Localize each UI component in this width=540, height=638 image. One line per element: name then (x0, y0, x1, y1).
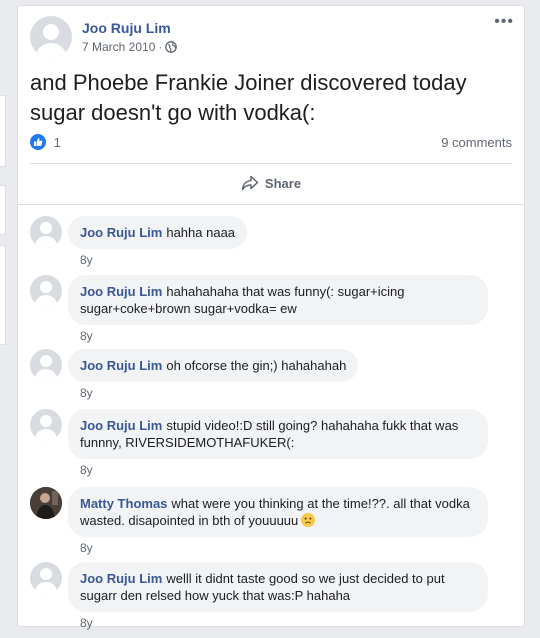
comment-body: Joo Ruju Lim hahahahaha that was funny(: … (68, 275, 488, 343)
divider (30, 163, 512, 164)
post-date[interactable]: 7 March 2010 (82, 39, 155, 55)
comment-item: Joo Ruju Lim stupid video!:D still going?… (30, 409, 488, 477)
comment-author[interactable]: Joo Ruju Lim (80, 225, 162, 240)
default-avatar-icon (35, 568, 57, 594)
commenter-avatar[interactable] (30, 562, 62, 594)
comment-body: Joo Ruju Lim welll it didnt taste good so… (68, 562, 488, 630)
comment-text: hahha naaa (166, 225, 236, 240)
post-header: Joo Ruju Lim 7 March 2010 · (30, 16, 178, 58)
comment-author[interactable]: Joo Ruju Lim (80, 571, 162, 586)
reactions-row: 1 9 comments (30, 131, 512, 153)
comment-item: Matty Thomas what were you thinking at th… (30, 487, 488, 555)
comment-bubble: Joo Ruju Lim stupid video!:D still going?… (68, 409, 488, 459)
comment-timestamp[interactable]: 8y (80, 616, 488, 630)
comment-bubble: Joo Ruju Lim hahahahaha that was funny(: … (68, 275, 488, 325)
comment-timestamp[interactable]: 8y (80, 463, 488, 477)
share-arrow-icon (241, 175, 259, 191)
like-count: 1 (53, 134, 61, 150)
default-avatar-icon (35, 415, 57, 441)
comment-item: Joo Ruju Lim hahahahaha that was funny(: … (30, 275, 488, 343)
commenter-avatar[interactable] (30, 216, 62, 248)
commenter-avatar[interactable] (30, 409, 62, 441)
comment-bubble: Joo Ruju Lim oh ofcorse the gin;) hahahah… (68, 349, 359, 382)
comment-timestamp[interactable]: 8y (80, 253, 247, 267)
comment-item: Joo Ruju Lim hahha naaa 8y (30, 216, 248, 267)
author-avatar[interactable] (30, 16, 72, 58)
side-panel-fragment (0, 245, 6, 345)
comment-author[interactable]: Matty Thomas (80, 496, 167, 511)
more-options-button[interactable]: ••• (494, 14, 514, 30)
comment-timestamp[interactable]: 8y (80, 329, 488, 343)
comments-count[interactable]: 9 comments (441, 135, 512, 150)
comment-body: Matty Thomas what were you thinking at th… (68, 487, 488, 555)
reaction-summary[interactable]: 1 (30, 134, 61, 151)
profile-photo-icon (30, 487, 62, 519)
share-label: Share (264, 175, 302, 191)
comment-item: Joo Ruju Lim welll it didnt taste good so… (30, 562, 488, 630)
comment-timestamp[interactable]: 8y (80, 386, 358, 400)
comment-body: Joo Ruju Lim hahha naaa 8y (68, 216, 248, 267)
meta-separator: · (158, 40, 163, 54)
commenter-avatar[interactable] (30, 275, 62, 307)
default-avatar-icon (36, 24, 66, 58)
like-icon (30, 134, 46, 151)
commenter-avatar[interactable] (30, 487, 62, 519)
comment-item: Joo Ruju Lim oh ofcorse the gin;) hahahah… (30, 349, 359, 400)
default-avatar-icon (35, 222, 57, 248)
globe-icon (165, 41, 178, 53)
comment-body: Joo Ruju Lim oh ofcorse the gin;) hahahah… (68, 349, 359, 400)
default-avatar-icon (35, 281, 57, 307)
post-card: Joo Ruju Lim 7 March 2010 · ••• and Phoe… (17, 5, 525, 630)
author-block: Joo Ruju Lim 7 March 2010 · (82, 19, 178, 58)
comment-author[interactable]: Joo Ruju Lim (80, 418, 162, 433)
post-text: and Phoebe Frankie Joiner discovered tod… (30, 70, 467, 125)
worried-face-emoji-icon (301, 513, 316, 527)
side-panel-fragment (0, 185, 6, 235)
comment-bubble: Joo Ruju Lim hahha naaa (68, 216, 248, 249)
post-meta: 7 March 2010 · (82, 39, 178, 55)
comment-bubble: Joo Ruju Lim welll it didnt taste good so… (68, 562, 488, 612)
default-avatar-icon (35, 355, 57, 381)
comment-author[interactable]: Joo Ruju Lim (80, 358, 162, 373)
share-button[interactable]: Share (18, 165, 524, 201)
comment-bubble: Matty Thomas what were you thinking at th… (68, 487, 488, 537)
commenter-avatar[interactable] (30, 349, 62, 381)
comments-list: Joo Ruju Lim hahha naaa 8y Joo Ruju Lim ha… (18, 204, 524, 630)
comment-text: oh ofcorse the gin;) hahahahah (166, 358, 347, 373)
comment-timestamp[interactable]: 8y (80, 541, 488, 555)
side-panel-fragment (0, 95, 6, 167)
comment-body: Joo Ruju Lim stupid video!:D still going?… (68, 409, 488, 477)
comment-author[interactable]: Joo Ruju Lim (80, 284, 162, 299)
post-author[interactable]: Joo Ruju Lim (82, 19, 177, 37)
